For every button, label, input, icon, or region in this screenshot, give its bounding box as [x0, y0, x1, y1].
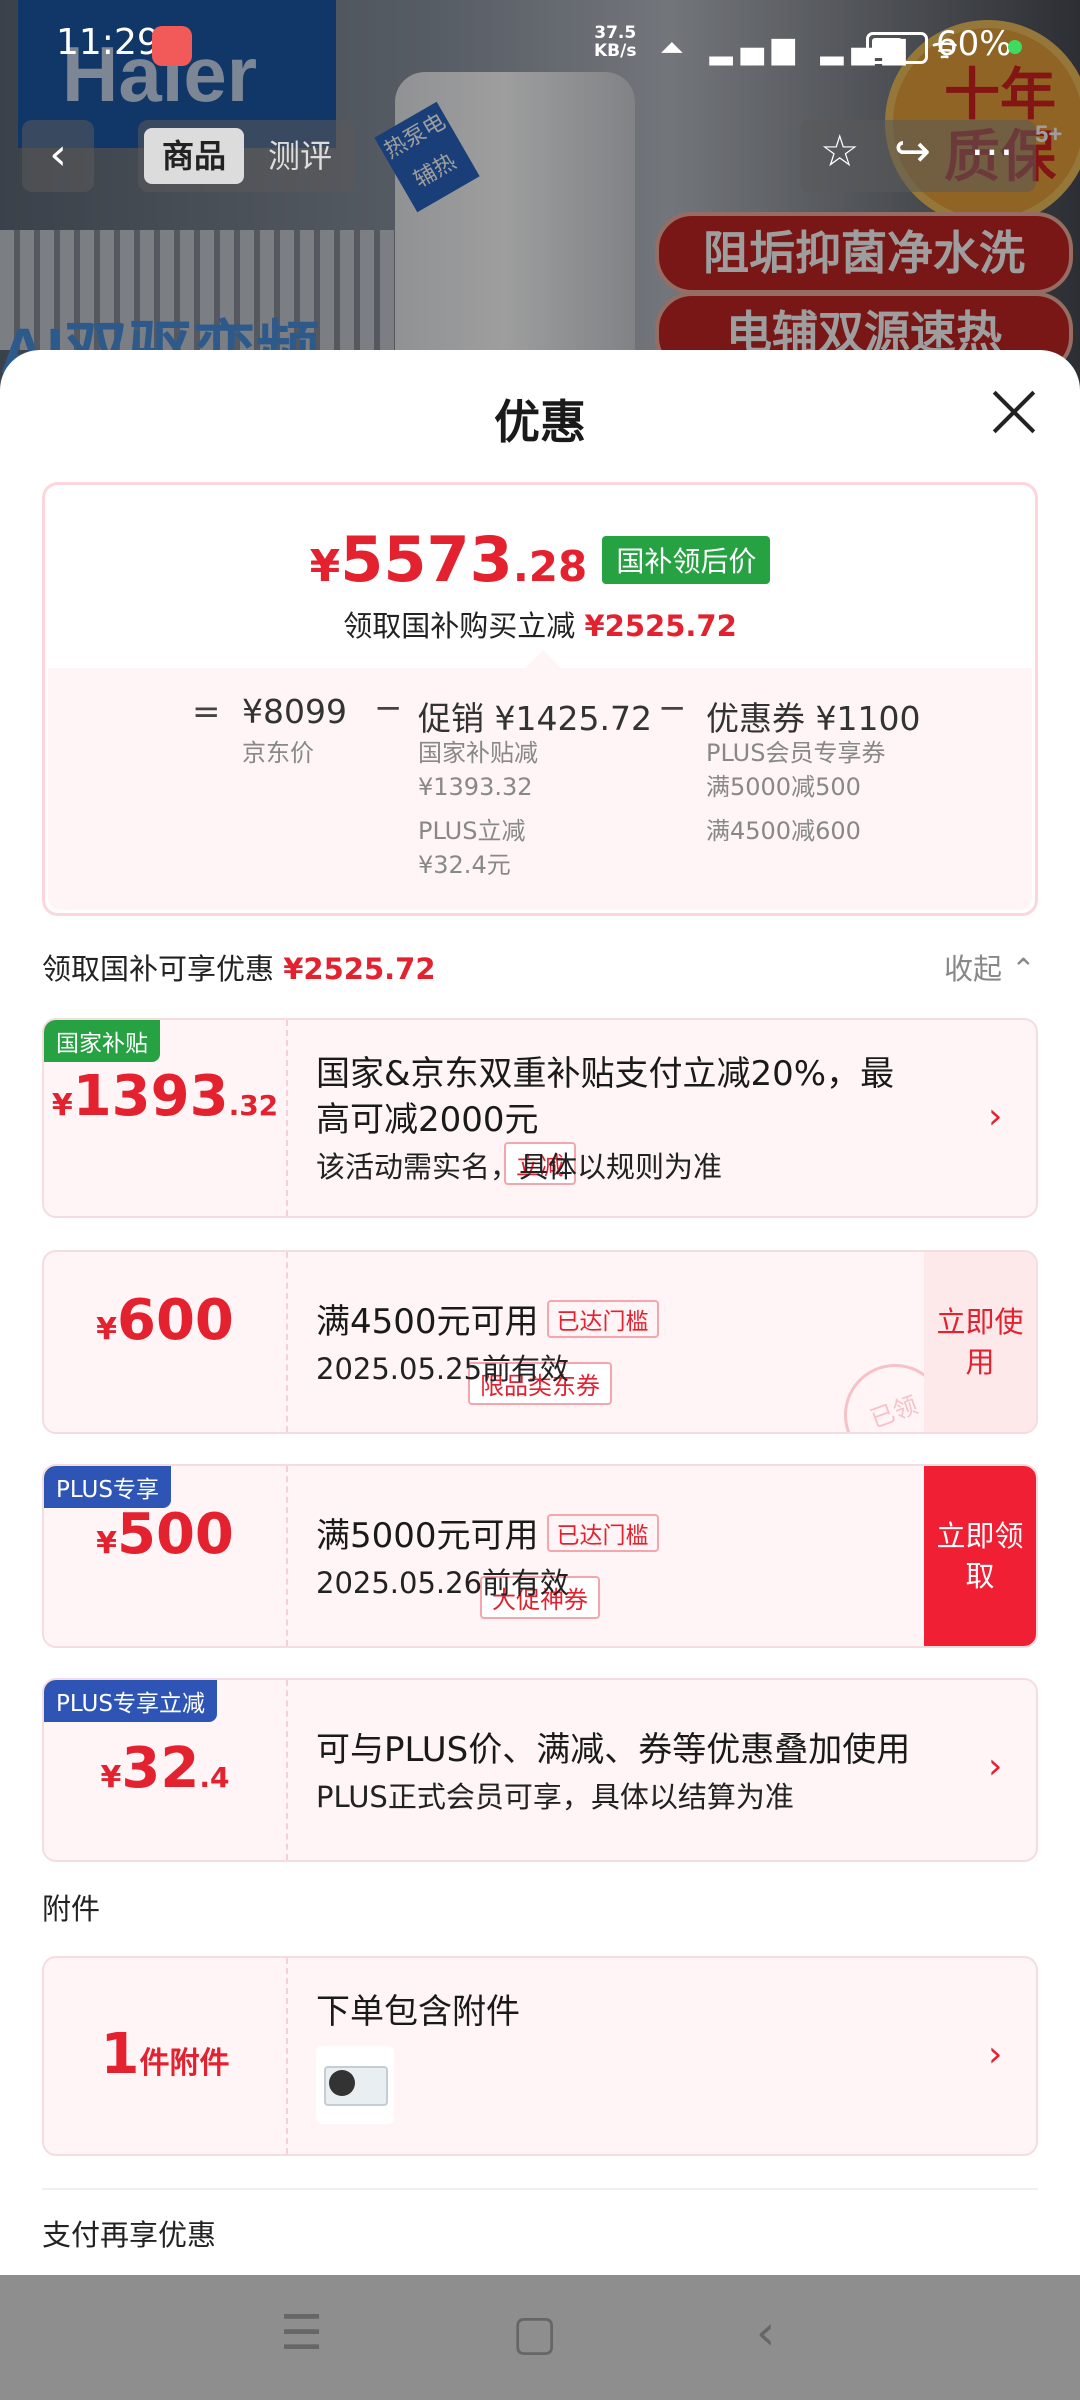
charging-dot-icon — [1008, 40, 1022, 54]
subsidy-card[interactable]: 国家补贴 ¥1393.32 立减 国家&京东双重补贴支付立减20%，最 高可减2… — [42, 1018, 1038, 1218]
close-icon[interactable] — [990, 388, 1038, 436]
price-tag: 国补领后价 — [602, 536, 771, 584]
coupon-item-1: PLUS会员专享券 — [706, 739, 886, 767]
star-icon[interactable]: ☆ — [820, 126, 859, 177]
accessory-card[interactable]: 1件附件 下单包含附件 › — [42, 1956, 1038, 2156]
net-speed: 37.5 KB/s — [594, 24, 636, 60]
home-icon[interactable]: ▢ — [512, 2305, 557, 2361]
coupon-title: 满4500元可用 已达门槛 — [316, 1294, 659, 1343]
back-icon[interactable]: ‹ — [756, 2305, 775, 2361]
accessory-thumbnail — [316, 2046, 394, 2124]
subsidy-desc: 该活动需实名，具体以规则为准 — [316, 1150, 723, 1184]
share-icon[interactable]: ↪ — [894, 126, 931, 177]
menu-icon[interactable]: ☰ — [280, 2305, 323, 2361]
chevron-right-icon[interactable]: › — [988, 1096, 1002, 1137]
promo-item-2-value: ¥32.4元 — [418, 851, 511, 879]
status-time: 11:29 — [56, 22, 160, 63]
subsidy-title-line2: 高可减2000元 — [316, 1100, 539, 1140]
collapse-toggle[interactable]: 收起 ⌃ — [944, 946, 1036, 988]
promo-item-1: 国家补贴减 — [418, 739, 538, 767]
accessory-section-label: 附件 — [42, 1892, 101, 1926]
app-notification-icon — [152, 26, 192, 66]
battery-icon — [866, 32, 928, 64]
coupon-item-2: 满4500减600 — [706, 817, 861, 845]
equals-sign: = — [192, 692, 221, 732]
nav-tabs: 商品 测评 — [138, 120, 356, 192]
coupon-item-1-value: 满5000减500 — [706, 773, 861, 801]
section-label: 领取国补可享优惠 — [42, 952, 275, 986]
jd-price-label: 京东价 — [242, 739, 314, 767]
coupon-card-500[interactable]: PLUS专享 ¥500 大促神券 满5000元可用 已达门槛 2025.05.26… — [42, 1464, 1038, 1648]
savings-line: 领取国补购买立减 ¥2525.72 — [45, 603, 1035, 645]
subsidy-amount: ¥1393.32 — [51, 1064, 279, 1129]
promo-total: 促销 ¥1425.72 — [418, 699, 652, 738]
more-icon[interactable]: ⋯ — [970, 126, 1014, 177]
coupon-title: 满5000元可用 已达门槛 — [316, 1508, 659, 1557]
promo-item-2: PLUS立减 — [418, 817, 526, 845]
savings-label: 领取国补购买立减 — [343, 609, 576, 643]
pay-section-label: 支付再享优惠 — [42, 2218, 217, 2252]
chevron-right-icon[interactable]: › — [988, 2034, 1002, 2075]
net-speed-unit: KB/s — [594, 41, 637, 61]
sheet-title: 优惠 — [494, 395, 586, 449]
accessory-count: 1件附件 — [100, 2022, 230, 2087]
plus-discount-title: 可与PLUS价、满减、券等优惠叠加使用 — [316, 1730, 911, 1770]
plus-discount-badge: PLUS专享立减 — [44, 1680, 217, 1722]
minus-sign-1: − — [374, 688, 403, 728]
subsidy-badge: 国家补贴 — [44, 1020, 160, 1062]
coupon-amount: ¥500 — [96, 1502, 234, 1567]
tab-review[interactable]: 测评 — [250, 128, 350, 184]
promo-item-1-value: ¥1393.32 — [418, 773, 533, 801]
final-price-row: ¥5573.28 国补领后价 — [45, 523, 1035, 596]
jd-price: ¥8099 — [242, 692, 347, 731]
threshold-tag: 已达门槛 — [546, 1514, 659, 1552]
battery-level: 60% — [936, 24, 1012, 64]
minus-sign-2: − — [658, 688, 687, 728]
price-breakdown: = ¥8099 京东价 − 促销 ¥1425.72 国家补贴减 ¥1393.32… — [48, 668, 1032, 910]
use-now-button[interactable]: 立即使用 — [924, 1252, 1036, 1432]
plus-discount-desc: PLUS正式会员可享，具体以结算为准 — [316, 1780, 794, 1814]
threshold-tag: 已达门槛 — [546, 1300, 659, 1338]
savings-amount: ¥2525.72 — [584, 609, 737, 643]
plus-discount-card[interactable]: PLUS专享立减 ¥32.4 可与PLUS价、满减、券等优惠叠加使用 PLUS正… — [42, 1678, 1038, 1862]
final-price: ¥5573.28 — [309, 523, 588, 596]
nav-actions: ☆ ↪ ⋯ — [800, 120, 1036, 192]
divider — [42, 2188, 1038, 2190]
coupon-card-600[interactable]: ¥600 限品类东券 满4500元可用 已达门槛 2025.05.25前有效 已领… — [42, 1250, 1038, 1434]
back-button[interactable]: ‹ — [22, 120, 94, 192]
coupon-expiry: 2025.05.25前有效 — [316, 1352, 570, 1386]
coupon-total: 优惠券 ¥1100 — [706, 699, 921, 738]
subsidy-title: 国家&京东双重补贴支付立减20%，最 — [316, 1054, 895, 1094]
tab-product[interactable]: 商品 — [144, 128, 244, 184]
plus-discount-amount: ¥32.4 — [100, 1736, 230, 1801]
coupon-amount: ¥600 — [96, 1288, 234, 1353]
accessory-title: 下单包含附件 — [316, 1992, 520, 2032]
system-nav-bar: ☰ ▢ ‹ — [0, 2275, 1080, 2400]
status-bar: 11:29 37.5 KB/s ⏶ ▂▄▆ ▂▄▆ ᯤ 60% — [0, 0, 1080, 92]
coupon-expiry: 2025.05.26前有效 — [316, 1566, 570, 1600]
section-amount: ¥2525.72 — [283, 952, 436, 986]
discount-sheet: 优惠 ¥5573.28 国补领后价 领取国补购买立减 ¥2525.72 = ¥8… — [0, 350, 1080, 2275]
price-summary: ¥5573.28 国补领后价 领取国补购买立减 ¥2525.72 = ¥8099… — [42, 482, 1038, 916]
claim-now-button[interactable]: 立即领取 — [924, 1466, 1036, 1646]
chevron-right-icon[interactable]: › — [988, 1746, 1002, 1787]
section-header: 领取国补可享优惠 ¥2525.72 — [42, 946, 436, 988]
net-speed-value: 37.5 — [594, 23, 637, 43]
product-top-nav: ‹ 商品 测评 ☆ ↪ ⋯ — [0, 120, 1080, 192]
